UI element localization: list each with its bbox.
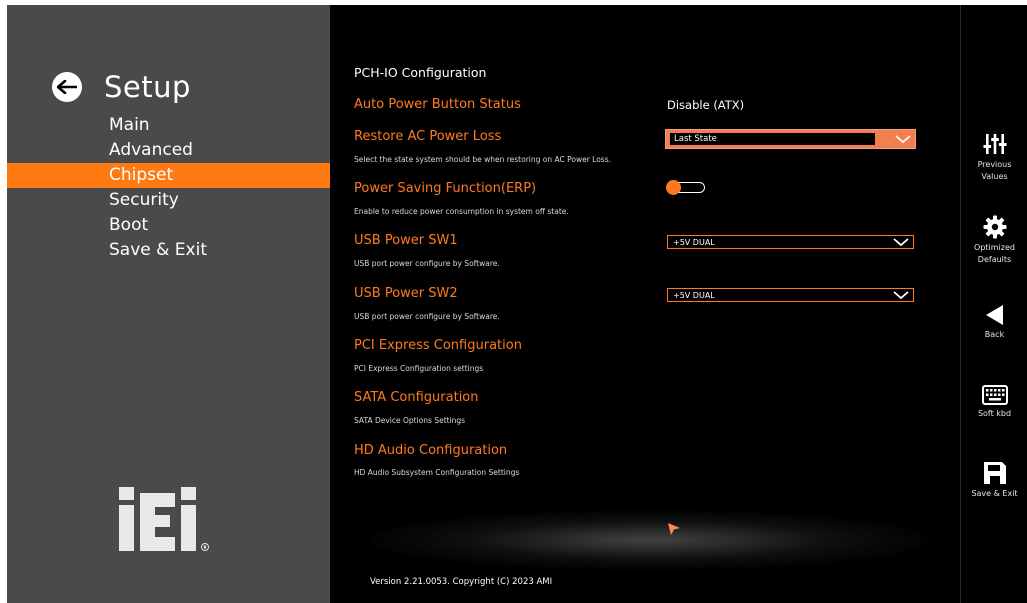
page-title: PCH-IO Configuration [354,65,487,80]
usb-power-sw2-label[interactable]: USB Power SW2 [354,286,458,301]
sidebar-item-main[interactable]: Main [7,113,330,138]
auto-power-button-status-value: Disable (ATX) [667,98,745,112]
sata-configuration-help: SATA Device Options Settings [354,416,466,425]
optimized-defaults-button[interactable]: Optimized Defaults [961,215,1027,266]
soft-keyboard-label: Soft kbd [977,409,1012,418]
sidebar-item-security[interactable]: Security [7,188,330,213]
floppy-disk-icon [961,461,1027,485]
save-exit-label: Save & Exit [971,489,1018,498]
main-panel: PCH-IO Configuration Auto Power Button S… [330,5,960,603]
toggle-knob [666,180,681,195]
restore-ac-power-loss-help: Select the state system should be when r… [354,155,611,164]
bios-window: Setup Main Advanced Chipset Security Boo… [7,5,1027,603]
sidebar-item-chipset[interactable]: Chipset [7,163,330,188]
previous-values-button[interactable]: Previous Values [961,132,1027,183]
gear-icon [961,215,1027,239]
usb-power-sw2-dropdown[interactable]: +5V DUAL [667,288,914,302]
sidebar-item-advanced[interactable]: Advanced [7,138,330,163]
sidebar-item-save-exit[interactable]: Save & Exit [7,238,330,263]
back-arrow-icon[interactable] [52,72,82,102]
chevron-down-icon [889,289,913,301]
usb-power-sw1-value: +5V DUAL [673,237,715,247]
setup-header: Setup [52,69,191,105]
save-exit-button[interactable]: Save & Exit [961,461,1027,500]
iei-logo [119,487,209,551]
pci-express-configuration-help: PCI Express Configuration settings [354,364,484,373]
version-copyright: Version 2.21.0053. Copyright (C) 2023 AM… [370,577,553,587]
sliders-icon [961,132,1027,156]
pci-express-configuration-link[interactable]: PCI Express Configuration [354,338,522,353]
usb-power-sw1-label[interactable]: USB Power SW1 [354,233,458,248]
auto-power-button-status-label[interactable]: Auto Power Button Status [354,97,521,112]
usb-power-sw1-help: USB port power configure by Software. [354,259,500,268]
back-button[interactable]: Back [961,304,1027,341]
restore-ac-power-loss-dropdown[interactable]: Last State [665,129,916,149]
sidebar-menu: Main Advanced Chipset Security Boot Save… [7,113,330,263]
power-saving-erp-label[interactable]: Power Saving Function(ERP) [354,181,536,196]
previous-values-label: Previous Values [977,160,1012,181]
setup-title: Setup [104,70,191,104]
hd-audio-configuration-help: HD Audio Subsystem Configuration Setting… [354,468,520,477]
sidebar-item-boot[interactable]: Boot [7,213,330,238]
chevron-down-icon [889,236,913,248]
usb-power-sw2-help: USB port power configure by Software. [354,312,500,321]
restore-ac-power-loss-label[interactable]: Restore AC Power Loss [354,129,501,144]
back-label: Back [984,330,1005,339]
mouse-cursor-icon [668,523,680,535]
right-toolbar: Previous Values Optimized Defaults Back … [960,5,1027,603]
keyboard-icon [961,385,1027,405]
sata-configuration-link[interactable]: SATA Configuration [354,390,479,405]
hd-audio-configuration-link[interactable]: HD Audio Configuration [354,443,507,458]
chevron-down-icon [891,133,915,145]
optimized-defaults-label: Optimized Defaults [974,243,1015,264]
usb-power-sw2-value: +5V DUAL [673,290,715,300]
sidebar: Setup Main Advanced Chipset Security Boo… [7,5,330,603]
background-glow [370,510,930,570]
back-triangle-icon [961,304,1027,326]
restore-ac-power-loss-value: Last State [670,133,875,145]
usb-power-sw1-dropdown[interactable]: +5V DUAL [667,235,914,249]
power-saving-erp-help: Enable to reduce power consumption in sy… [354,207,569,216]
power-saving-erp-toggle[interactable] [666,180,705,195]
soft-keyboard-button[interactable]: Soft kbd [961,385,1027,420]
